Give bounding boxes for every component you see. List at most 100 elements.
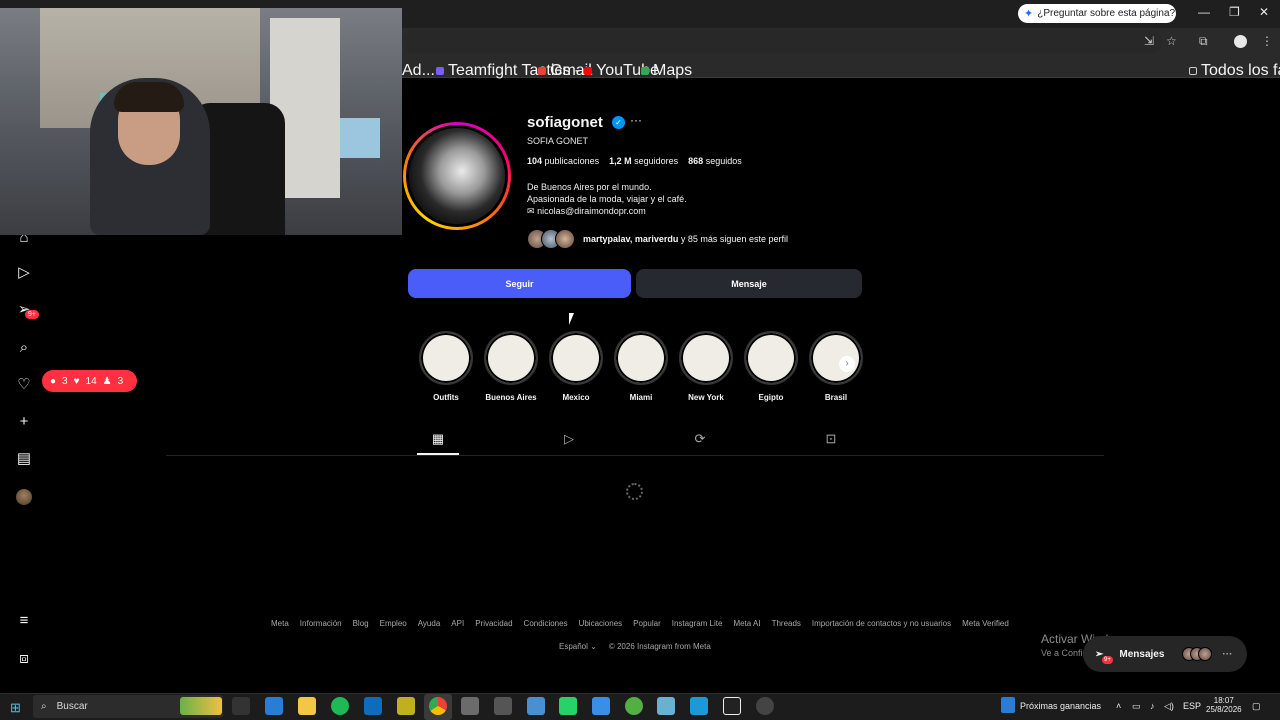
highlight-item[interactable]: Buenos Aires [483, 331, 539, 402]
news-widget-icon[interactable] [1001, 697, 1015, 713]
dashboard-icon[interactable]: ▤ [14, 449, 34, 469]
options-dots-icon[interactable]: ··· [630, 113, 642, 127]
tab-reposts-icon[interactable]: ⟳ [692, 431, 708, 447]
restore-icon[interactable]: ❐ [1229, 5, 1240, 19]
search-icon[interactable]: ⌕ [14, 338, 34, 358]
app-icon[interactable] [527, 697, 545, 715]
profile-full-name: SOFIA GONET [527, 136, 589, 146]
footer-link[interactable]: Popular [633, 619, 661, 628]
app-icon[interactable] [690, 697, 708, 715]
footer-link[interactable]: Ayuda [418, 619, 441, 628]
task-view-icon[interactable] [232, 697, 250, 715]
highlight-item[interactable]: Mexico [548, 331, 604, 402]
footer-link[interactable]: API [451, 619, 464, 628]
app-icon[interactable] [657, 697, 675, 715]
tray-microphone-icon[interactable]: ♪ [1150, 701, 1155, 711]
followed-by[interactable]: martypalav, mariverdu y 85 más siguen es… [527, 229, 788, 249]
tray-volume-icon[interactable]: ◁) [1164, 701, 1174, 712]
tray-chevron-up-icon[interactable]: ˄ [1116, 701, 1121, 711]
highlights-next-chevron-icon[interactable]: › [839, 356, 855, 372]
extensions-icon[interactable]: ⧉ [1199, 34, 1208, 49]
xbox-icon[interactable] [625, 697, 643, 715]
address-bar[interactable] [402, 31, 1162, 53]
followers-stat[interactable]: 1,2 M seguidores [609, 156, 678, 166]
footer-link[interactable]: Threads [772, 619, 801, 628]
app-icon[interactable] [592, 697, 610, 715]
tab-reels-icon[interactable]: ▷ [561, 431, 577, 447]
ask-about-page-button[interactable]: ✦ ¿Preguntar sobre esta página? [1018, 4, 1176, 23]
footer-link[interactable]: Meta AI [733, 619, 760, 628]
footer-link[interactable]: Ubicaciones [579, 619, 623, 628]
bookmark-star-icon[interactable]: ☆ [1166, 34, 1177, 48]
windows-start-icon[interactable]: ⊞ [10, 700, 21, 716]
store-icon[interactable] [265, 697, 283, 715]
spotify-icon[interactable] [331, 697, 349, 715]
notepad-icon[interactable] [397, 697, 415, 715]
messages-floating-button[interactable]: ➢ Mensajes ··· [1083, 636, 1247, 672]
create-plus-icon[interactable]: + [14, 412, 34, 432]
highlight-cover [549, 331, 603, 385]
profile-picture [409, 128, 505, 224]
whatsapp-icon[interactable] [559, 697, 577, 715]
taskbar-widget-label[interactable]: Próximas ganancias [1020, 701, 1101, 711]
footer-link[interactable]: Privacidad [475, 619, 512, 628]
chevron-down-icon: ⌄ [590, 642, 597, 651]
reels-icon[interactable]: ▷ [14, 263, 34, 283]
highlight-item[interactable]: New York [678, 331, 734, 402]
footer-link[interactable]: Importación de contactos y no usuarios [812, 619, 951, 628]
footer-link[interactable]: Meta [271, 619, 289, 628]
capcut-icon[interactable] [723, 697, 741, 715]
mutual-avatar [555, 229, 575, 249]
footer-link[interactable]: Condiciones [524, 619, 568, 628]
tab-posts-grid-icon[interactable]: ▦ [430, 431, 446, 447]
highlight-item[interactable]: Egipto [743, 331, 799, 402]
obs-icon[interactable] [756, 697, 774, 715]
bio-email[interactable]: nicolas@diraimondopr.com [537, 206, 646, 216]
footer-link[interactable]: Meta Verified [962, 619, 1009, 628]
file-explorer-icon[interactable] [298, 697, 316, 715]
footer-link[interactable]: Blog [353, 619, 369, 628]
follow-button[interactable]: Seguir [408, 269, 631, 298]
profile-avatar-icon[interactable] [1234, 35, 1247, 48]
bookmark-label: Maps [653, 62, 693, 79]
close-icon[interactable]: ✕ [1259, 5, 1269, 19]
profile-nav-avatar[interactable] [16, 489, 32, 505]
tab-tagged-icon[interactable]: ⊡ [823, 431, 839, 447]
webcam-person-hair [114, 82, 184, 112]
following-count: 868 [688, 156, 704, 166]
footer-link[interactable]: Empleo [380, 619, 407, 628]
notification-center-icon[interactable]: ▢ [1252, 701, 1261, 712]
message-button[interactable]: Mensaje [636, 269, 862, 298]
all-bookmarks-button[interactable]: Todos los favoritos [1189, 62, 1280, 80]
bookmark-item-maps[interactable]: Maps [641, 62, 692, 80]
more-menu-icon[interactable]: ≡ [14, 611, 34, 631]
highlight-item[interactable]: Miami [613, 331, 669, 402]
profile-stats: 104 publicaciones 1,2 M seguidores 868 s… [527, 156, 742, 166]
tray-clock[interactable]: 18:07 25/8/2026 [1206, 696, 1242, 714]
calculator-icon[interactable] [461, 697, 479, 715]
chrome-icon[interactable] [429, 697, 447, 715]
settings-gear-icon[interactable] [494, 697, 512, 715]
install-app-icon[interactable]: ⇲ [1144, 34, 1154, 48]
tray-language[interactable]: ESP [1183, 701, 1201, 711]
footer-links: Meta Información Blog Empleo Ayuda API P… [271, 619, 1009, 628]
profile-picture-story-ring[interactable] [403, 122, 511, 230]
outlook-icon[interactable] [364, 697, 382, 715]
highlight-label: Outfits [433, 393, 459, 402]
bookmark-item-0[interactable]: Ad... [402, 62, 435, 80]
minimize-icon[interactable]: — [1198, 5, 1210, 19]
following-stat[interactable]: 868 seguidos [688, 156, 742, 166]
menu-dots-icon[interactable]: ⋮ [1261, 34, 1273, 48]
footer-link[interactable]: Información [300, 619, 342, 628]
language-select[interactable]: Español ⌄ [559, 642, 597, 651]
tray-network-icon[interactable]: ▭ [1132, 701, 1141, 712]
also-from-meta-icon[interactable]: ⧈ [14, 649, 34, 669]
footer-link[interactable]: Instagram Lite [672, 619, 723, 628]
highlight-item[interactable]: Brasil [808, 331, 864, 402]
activity-pill[interactable]: ● 3 ♥ 14 ♟ 3 [42, 370, 137, 392]
highlight-item[interactable]: Outfits [418, 331, 474, 402]
copyright: © 2026 Instagram from Meta [608, 642, 711, 651]
notifications-heart-icon[interactable]: ♡ [14, 375, 34, 395]
posts-stat[interactable]: 104 publicaciones [527, 156, 599, 166]
highlight-cover [614, 331, 668, 385]
